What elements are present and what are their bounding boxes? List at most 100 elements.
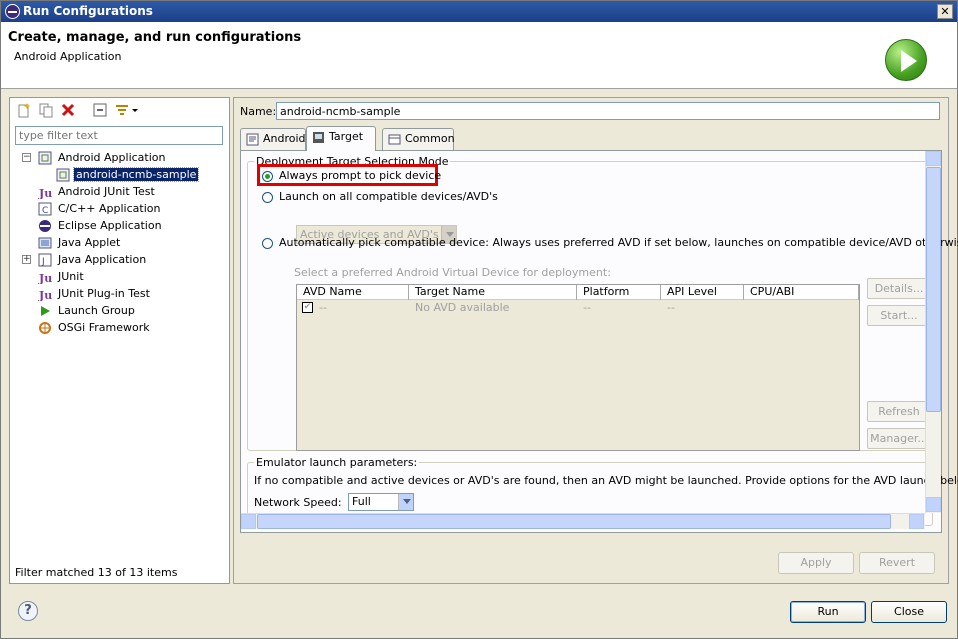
filter-input[interactable] — [15, 126, 223, 145]
tree-item-osgi-framework[interactable]: OSGi Framework — [18, 320, 218, 337]
header-title: Create, manage, and run configurations — [8, 30, 302, 45]
launch-group-icon — [41, 306, 50, 316]
title-bar: Run Configurations ✕ — [1, 1, 957, 22]
platform-cell: -- — [583, 301, 591, 314]
radio-always-prompt[interactable] — [262, 171, 273, 182]
tab-target[interactable]: Target — [306, 126, 376, 151]
junit-icon: Ju — [38, 272, 52, 284]
avd-name-cell: -- — [319, 301, 327, 314]
chevron-down-icon[interactable] — [398, 494, 413, 510]
network-speed-value: Full — [352, 495, 371, 508]
help-icon[interactable]: ? — [18, 601, 38, 621]
avd-hint: Select a preferred Android Virtual Devic… — [294, 266, 611, 279]
tree-item-android-junit-test[interactable]: Ju Android JUnit Test — [18, 184, 218, 201]
configuration-list-pane: − Android Application android-ncmb-sampl… — [9, 97, 230, 584]
scroll-right-icon[interactable] — [909, 514, 924, 529]
radio-launch-all-label[interactable]: Launch on all compatible devices/AVD's — [279, 190, 498, 203]
refresh-button[interactable]: Refresh — [867, 401, 931, 422]
close-window-button[interactable]: ✕ — [937, 4, 953, 19]
scroll-up-icon[interactable] — [926, 151, 941, 166]
radio-auto-pick-label[interactable]: Automatically pick compatible device: Al… — [279, 236, 958, 249]
left-toolbar — [12, 100, 227, 120]
svg-text:J: J — [41, 257, 45, 267]
emulator-group-title: Emulator launch parameters: — [254, 456, 420, 469]
radio-always-prompt-label[interactable]: Always prompt to pick device — [279, 169, 441, 182]
table-row[interactable]: ✔ -- No AVD available -- -- — [297, 300, 859, 315]
tree-item-eclipse-application[interactable]: Eclipse Application — [18, 218, 218, 235]
scroll-down-icon[interactable] — [926, 497, 941, 512]
target-tab-icon — [313, 132, 324, 143]
eclipse-icon — [39, 220, 51, 232]
osgi-icon — [39, 322, 51, 334]
delete-icon[interactable] — [60, 102, 76, 118]
tree-item-label: Eclipse Application — [58, 219, 162, 232]
tree-item-junit-plugin-test[interactable]: Ju JUnit Plug-in Test — [18, 286, 218, 303]
column-target-name[interactable]: Target Name — [409, 285, 577, 300]
column-cpu-abi[interactable]: CPU/ABI — [744, 285, 859, 300]
tree-item-java-applet[interactable]: Java Applet — [18, 235, 218, 252]
new-config-icon[interactable] — [16, 102, 32, 118]
configuration-editor: Name: Android Target Common Deployment T… — [233, 97, 958, 584]
network-speed-select[interactable]: Full — [348, 493, 414, 511]
revert-button[interactable]: Revert — [859, 552, 935, 574]
duplicate-icon[interactable] — [38, 102, 54, 118]
manager-button[interactable]: Manager... — [867, 428, 931, 449]
tree-item-junit[interactable]: Ju JUnit — [18, 269, 218, 286]
dialog-header: Create, manage, and run configurations A… — [1, 22, 957, 89]
run-configurations-dialog: Run Configurations ✕ Create, manage, and… — [0, 0, 958, 639]
target-name-cell: No AVD available — [415, 301, 510, 314]
scroll-left-icon[interactable] — [241, 514, 256, 529]
header-subtitle: Android Application — [14, 50, 122, 63]
tree-item-android-ncmb-sample[interactable]: android-ncmb-sample — [18, 167, 218, 184]
tree-item-label: android-ncmb-sample — [72, 167, 200, 182]
scroll-thumb-horizontal[interactable] — [257, 514, 891, 529]
tree-item-label: OSGi Framework — [58, 321, 150, 334]
filter-icon[interactable] — [114, 102, 130, 118]
svg-text:Ju: Ju — [38, 289, 52, 301]
tab-label: Android — [263, 132, 306, 145]
filter-status: Filter matched 13 of 13 items — [15, 566, 178, 579]
api-level-cell: -- — [667, 301, 675, 314]
tab-label: Common — [405, 132, 455, 145]
tree-item-c-cpp-application[interactable]: C C/C++ Application — [18, 201, 218, 218]
horizontal-scrollbar[interactable] — [241, 513, 925, 529]
tree-item-java-application[interactable]: + J Java Application — [18, 252, 218, 269]
junit-plugin-icon: Ju — [38, 289, 52, 301]
avd-table: AVD Name Target Name Platform API Level … — [296, 284, 860, 451]
android-config-icon — [56, 168, 70, 182]
junit-icon: Ju — [38, 187, 52, 199]
tab-android[interactable]: Android — [240, 128, 306, 150]
tree-item-android-application[interactable]: − Android Application — [18, 150, 218, 167]
tree-item-label: Android Application — [58, 151, 166, 164]
java-applet-icon — [38, 237, 52, 249]
close-button[interactable]: Close — [871, 601, 947, 623]
details-button[interactable]: Details... — [867, 278, 931, 299]
tree-item-label: JUnit Plug-in Test — [58, 287, 150, 300]
column-api-level[interactable]: API Level — [661, 285, 744, 300]
svg-text:C: C — [42, 206, 48, 216]
radio-launch-all[interactable] — [262, 192, 273, 203]
tree-item-launch-group[interactable]: Launch Group — [18, 303, 218, 320]
radio-auto-pick[interactable] — [262, 238, 273, 249]
name-label: Name: — [240, 105, 277, 118]
column-platform[interactable]: Platform — [577, 285, 661, 300]
window-title: Run Configurations — [23, 4, 153, 18]
android-app-icon — [38, 151, 52, 165]
collapse-icon[interactable]: − — [22, 153, 31, 162]
tree-item-label: Java Application — [58, 253, 147, 266]
column-avd-name[interactable]: AVD Name — [297, 285, 409, 300]
scroll-thumb[interactable] — [926, 167, 941, 412]
expand-icon[interactable]: + — [22, 255, 31, 264]
apply-button[interactable]: Apply — [778, 552, 854, 574]
tab-common[interactable]: Common — [382, 128, 455, 150]
name-field[interactable] — [276, 102, 940, 120]
start-button[interactable]: Start... — [867, 305, 931, 326]
avd-checkbox[interactable]: ✔ — [302, 302, 313, 313]
tab-label: Target — [329, 130, 364, 143]
vertical-scrollbar[interactable] — [925, 151, 941, 513]
run-button[interactable]: Run — [790, 601, 866, 623]
svg-text:Ju: Ju — [38, 272, 52, 284]
collapse-all-icon[interactable] — [92, 102, 108, 118]
chevron-down-icon[interactable] — [130, 102, 140, 118]
tree-item-label: Launch Group — [58, 304, 135, 317]
